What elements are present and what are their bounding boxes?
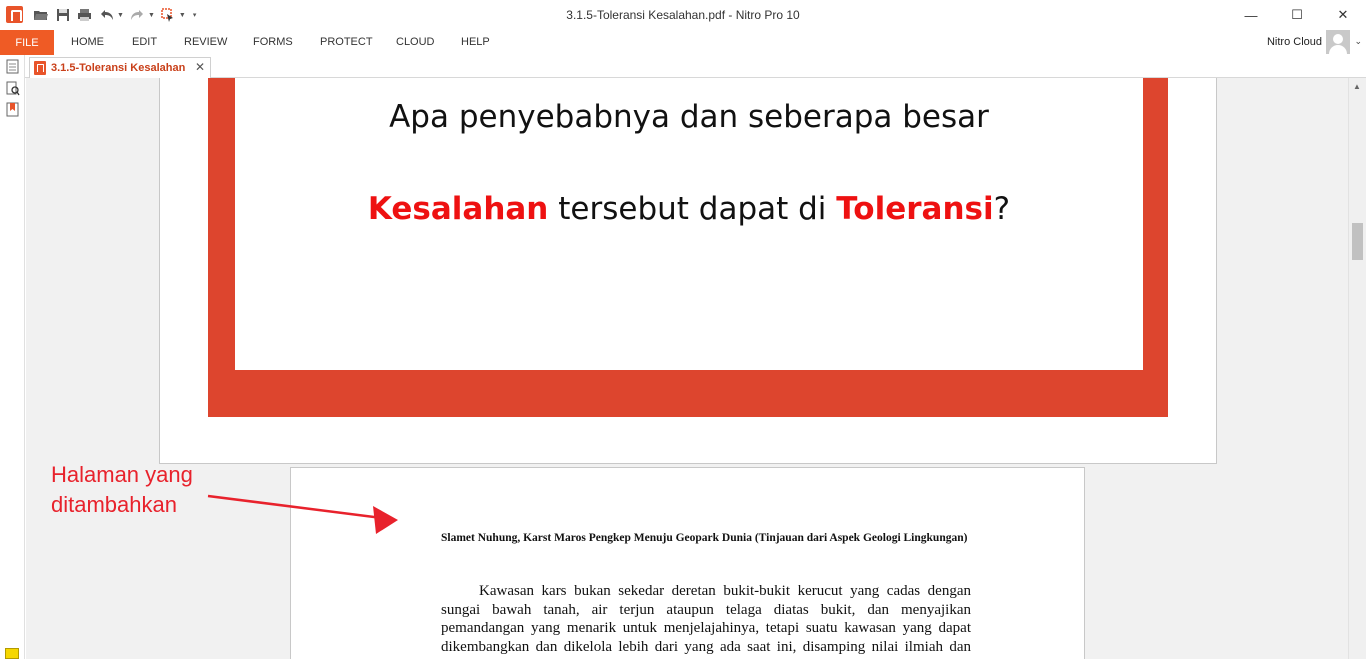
tab-protect[interactable]: PROTECT <box>320 36 373 48</box>
tab-help[interactable]: HELP <box>461 36 490 48</box>
document-workspace[interactable]: Apa penyebabnya dan seberapa besar Kesal… <box>26 78 1348 659</box>
close-button[interactable]: ✕ <box>1320 0 1366 30</box>
window-title: 3.1.5-Toleransi Kesalahan.pdf - Nitro Pr… <box>566 8 800 22</box>
window-controls: — ☐ ✕ <box>1228 0 1366 30</box>
vertical-scrollbar[interactable]: ▲ <box>1348 78 1366 659</box>
nitro-cloud-label[interactable]: Nitro Cloud <box>1267 36 1322 48</box>
pdf-file-icon <box>34 61 46 75</box>
maximize-button[interactable]: ☐ <box>1274 0 1320 30</box>
close-icon[interactable]: ✕ <box>195 60 205 74</box>
document-tab-strip: 3.1.5-Toleransi Kesalahan ✕ <box>25 55 1366 78</box>
scrollbar-thumb[interactable] <box>1352 223 1363 260</box>
comment-note-icon[interactable] <box>5 648 19 659</box>
ribbon-tab-row: FILE HOME EDIT REVIEW FORMS PROTECT CLOU… <box>0 30 1366 55</box>
nitro-pro-window: ▼ ▼ ▼ ▾ 3.1.5-Toleransi Kesalahan.pdf - … <box>0 0 1366 659</box>
pages-panel-icon[interactable] <box>6 59 19 74</box>
document-tab-label: 3.1.5-Toleransi Kesalahan <box>51 62 186 74</box>
scroll-up-arrow-icon[interactable]: ▲ <box>1353 82 1361 91</box>
tab-edit[interactable]: EDIT <box>132 36 157 48</box>
left-side-panel <box>0 55 25 659</box>
tab-file[interactable]: FILE <box>0 30 54 55</box>
search-panel-icon[interactable] <box>6 81 20 96</box>
document-tab[interactable]: 3.1.5-Toleransi Kesalahan ✕ <box>29 57 211 78</box>
tab-cloud[interactable]: CLOUD <box>396 36 435 48</box>
annotation-arrow-icon <box>207 494 398 534</box>
tab-forms[interactable]: FORMS <box>253 36 293 48</box>
tab-home[interactable]: HOME <box>71 36 104 48</box>
chevron-down-icon[interactable]: ⌄ <box>1354 36 1362 47</box>
avatar[interactable] <box>1326 30 1350 54</box>
tab-review[interactable]: REVIEW <box>184 36 227 48</box>
title-bar: ▼ ▼ ▼ ▾ 3.1.5-Toleransi Kesalahan.pdf - … <box>0 0 1366 30</box>
minimize-button[interactable]: — <box>1228 0 1274 30</box>
bookmarks-panel-icon[interactable] <box>6 102 19 117</box>
